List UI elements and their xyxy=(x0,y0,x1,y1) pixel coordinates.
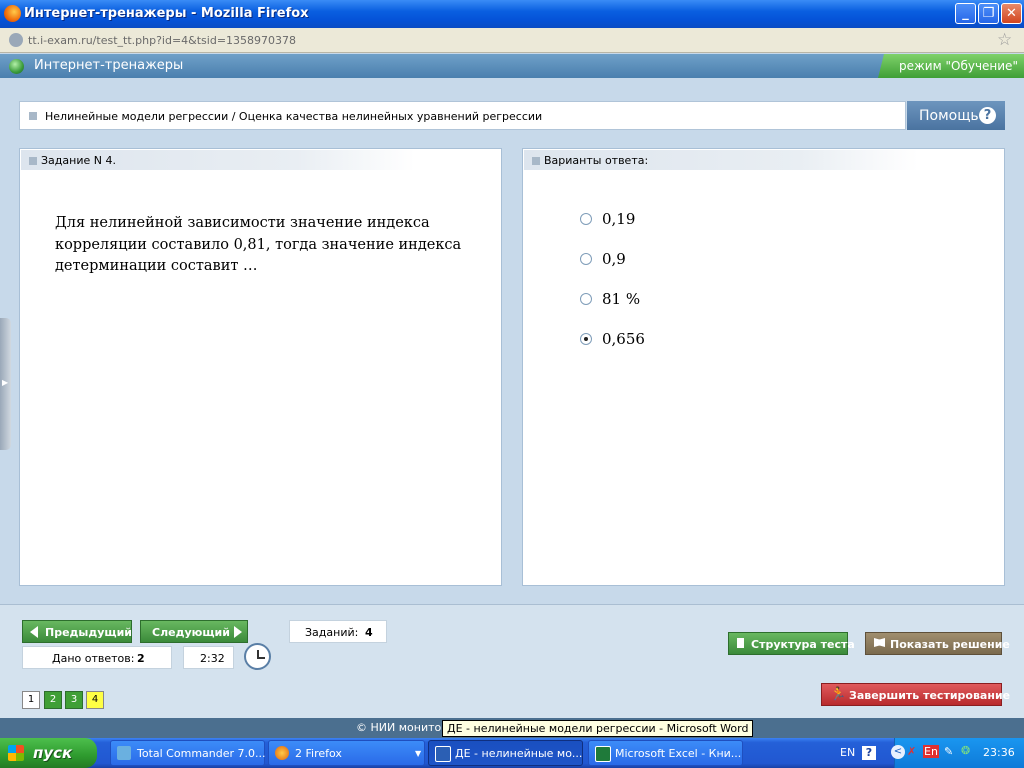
mode-badge: режим "Обучение" xyxy=(878,54,1024,78)
firefox-icon xyxy=(4,5,21,22)
page-1-button[interactable]: 1 xyxy=(22,691,40,709)
test-structure-button[interactable]: Структура теста xyxy=(728,632,855,655)
windows-logo-icon xyxy=(8,745,24,761)
mode-label: режим "Обучение" xyxy=(899,59,1018,73)
star-icon[interactable]: ☆ xyxy=(997,30,1012,50)
taskbar-item-total-commander[interactable]: Total Commander 7.0... xyxy=(110,740,266,766)
arrow-left-icon xyxy=(30,626,38,638)
bullet-icon xyxy=(29,112,37,120)
window-title-bar: Интернет-тренажеры - Mozilla Firefox _ ❐… xyxy=(0,0,1024,28)
previous-label: Предыдущий xyxy=(45,626,133,639)
chevron-right-icon: ▶ xyxy=(2,378,9,387)
finish-label: Завершить тестирование xyxy=(849,689,1011,702)
app-header: Интернет-тренажеры режим "Обучение" xyxy=(0,54,1024,78)
answer-label: 0,19 xyxy=(602,210,636,228)
next-button[interactable]: Следующий xyxy=(140,620,248,643)
radio-button[interactable] xyxy=(580,253,592,265)
app-logo-icon xyxy=(9,59,24,74)
window-title: Интернет-тренажеры - Mozilla Firefox xyxy=(24,6,309,21)
close-button[interactable]: ✕ xyxy=(1001,3,1022,24)
tasks-count-label: Заданий: xyxy=(305,626,359,639)
question-icon: ? xyxy=(979,107,996,124)
copyright: © НИИ монито xyxy=(356,721,442,734)
finish-test-button[interactable]: 🏃 Завершить тестирование xyxy=(821,683,1010,706)
taskbar-tooltip: ДЕ - нелинейные модели регрессии - Micro… xyxy=(442,720,754,737)
url-text[interactable]: tt.i-exam.ru/test_tt.php?id=4&tsid=13589… xyxy=(28,34,296,47)
address-bar[interactable]: tt.i-exam.ru/test_tt.php?id=4&tsid=13589… xyxy=(0,28,1024,53)
timer-box: 2:32 xyxy=(183,646,234,669)
app-name: Интернет-тренажеры xyxy=(34,58,184,73)
task-panel-header: Задание N 4. xyxy=(21,150,415,170)
answer-label: 0,656 xyxy=(602,330,645,348)
taskbar-item-label: ДЕ - нелинейные мо... xyxy=(455,747,583,760)
clock: 23:36 xyxy=(983,746,1015,759)
word-icon xyxy=(435,746,451,762)
help-tray-icon[interactable]: ? xyxy=(862,746,876,760)
answer-label: 81 % xyxy=(602,290,641,308)
answers-panel: Варианты ответа: 0,19 0,9 81 % 0,656 xyxy=(522,148,1005,586)
radio-button[interactable] xyxy=(580,293,592,305)
breadcrumb: Нелинейные модели регрессии / Оценка кач… xyxy=(19,101,906,130)
clock-icon xyxy=(244,643,271,670)
book-icon xyxy=(874,638,885,647)
start-label: пуск xyxy=(33,744,73,762)
solution-label: Показать решение xyxy=(890,638,1010,651)
structure-label: Структура теста xyxy=(751,638,855,651)
firefox-icon xyxy=(275,746,289,760)
bullet-icon xyxy=(532,157,540,165)
breadcrumb-text: Нелинейные модели регрессии / Оценка кач… xyxy=(45,110,543,123)
answered-box: Дано ответов: 2 xyxy=(22,646,172,669)
radio-button[interactable] xyxy=(580,213,592,225)
globe-icon xyxy=(9,33,23,47)
wifi-icon[interactable]: ❂ xyxy=(961,744,970,757)
previous-button[interactable]: Предыдущий xyxy=(22,620,132,643)
taskbar-item-label: Total Commander 7.0... xyxy=(137,747,266,760)
answers-panel-header: Варианты ответа: xyxy=(524,150,918,170)
side-panel-toggle[interactable]: ▶ xyxy=(0,318,11,450)
start-button[interactable]: пуск xyxy=(0,738,97,768)
taskbar-item-excel[interactable]: Microsoft Excel - Кни... xyxy=(588,740,743,766)
taskbar-item-firefox[interactable]: 2 Firefox ▼ xyxy=(268,740,425,766)
answered-count: 2 xyxy=(137,652,145,665)
total-commander-icon xyxy=(117,746,131,760)
answers-header: Варианты ответа: xyxy=(544,154,649,167)
arrow-right-icon xyxy=(234,626,242,638)
chevron-down-icon: ▼ xyxy=(415,749,422,758)
system-tray: < ✗ En ✎ ❂ 23:36 xyxy=(891,738,1024,768)
antivirus-icon[interactable]: ✗ xyxy=(907,745,916,758)
minimize-button[interactable]: _ xyxy=(955,3,976,24)
list-icon xyxy=(737,638,744,648)
task-number: Задание N 4. xyxy=(41,154,116,167)
help-button[interactable]: Помощь ? xyxy=(907,101,1005,130)
runner-icon: 🏃 xyxy=(830,687,847,702)
taskbar-item-label: Microsoft Excel - Кни... xyxy=(615,747,742,760)
tray-language[interactable]: En xyxy=(923,745,939,758)
answered-label: Дано ответов: xyxy=(52,652,135,665)
next-label: Следующий xyxy=(152,626,230,639)
taskbar-item-word[interactable]: ДЕ - нелинейные мо... xyxy=(428,740,583,766)
chevron-left-icon[interactable]: < xyxy=(891,745,905,759)
page-3-button[interactable]: 3 xyxy=(65,691,83,709)
show-solution-button[interactable]: Показать решение xyxy=(865,632,1010,655)
tasks-count-box: Заданий: 4 xyxy=(289,620,387,643)
restore-button[interactable]: ❐ xyxy=(978,3,999,24)
page-4-button-current[interactable]: 4 xyxy=(86,691,104,709)
task-panel: Задание N 4. Для нелинейной зависимости … xyxy=(19,148,502,586)
safely-remove-icon[interactable]: ✎ xyxy=(944,745,953,758)
page-2-button[interactable]: 2 xyxy=(44,691,62,709)
excel-icon xyxy=(595,746,611,762)
tasks-count: 4 xyxy=(365,626,373,639)
help-label: Помощь xyxy=(919,108,979,124)
timer: 2:32 xyxy=(200,652,225,665)
taskbar-item-label: 2 Firefox xyxy=(295,747,342,760)
bullet-icon xyxy=(29,157,37,165)
radio-button-selected[interactable] xyxy=(580,333,592,345)
language-indicator[interactable]: EN xyxy=(840,746,855,759)
question-text: Для нелинейной зависимости значение инде… xyxy=(55,215,462,274)
answer-label: 0,9 xyxy=(602,250,626,268)
